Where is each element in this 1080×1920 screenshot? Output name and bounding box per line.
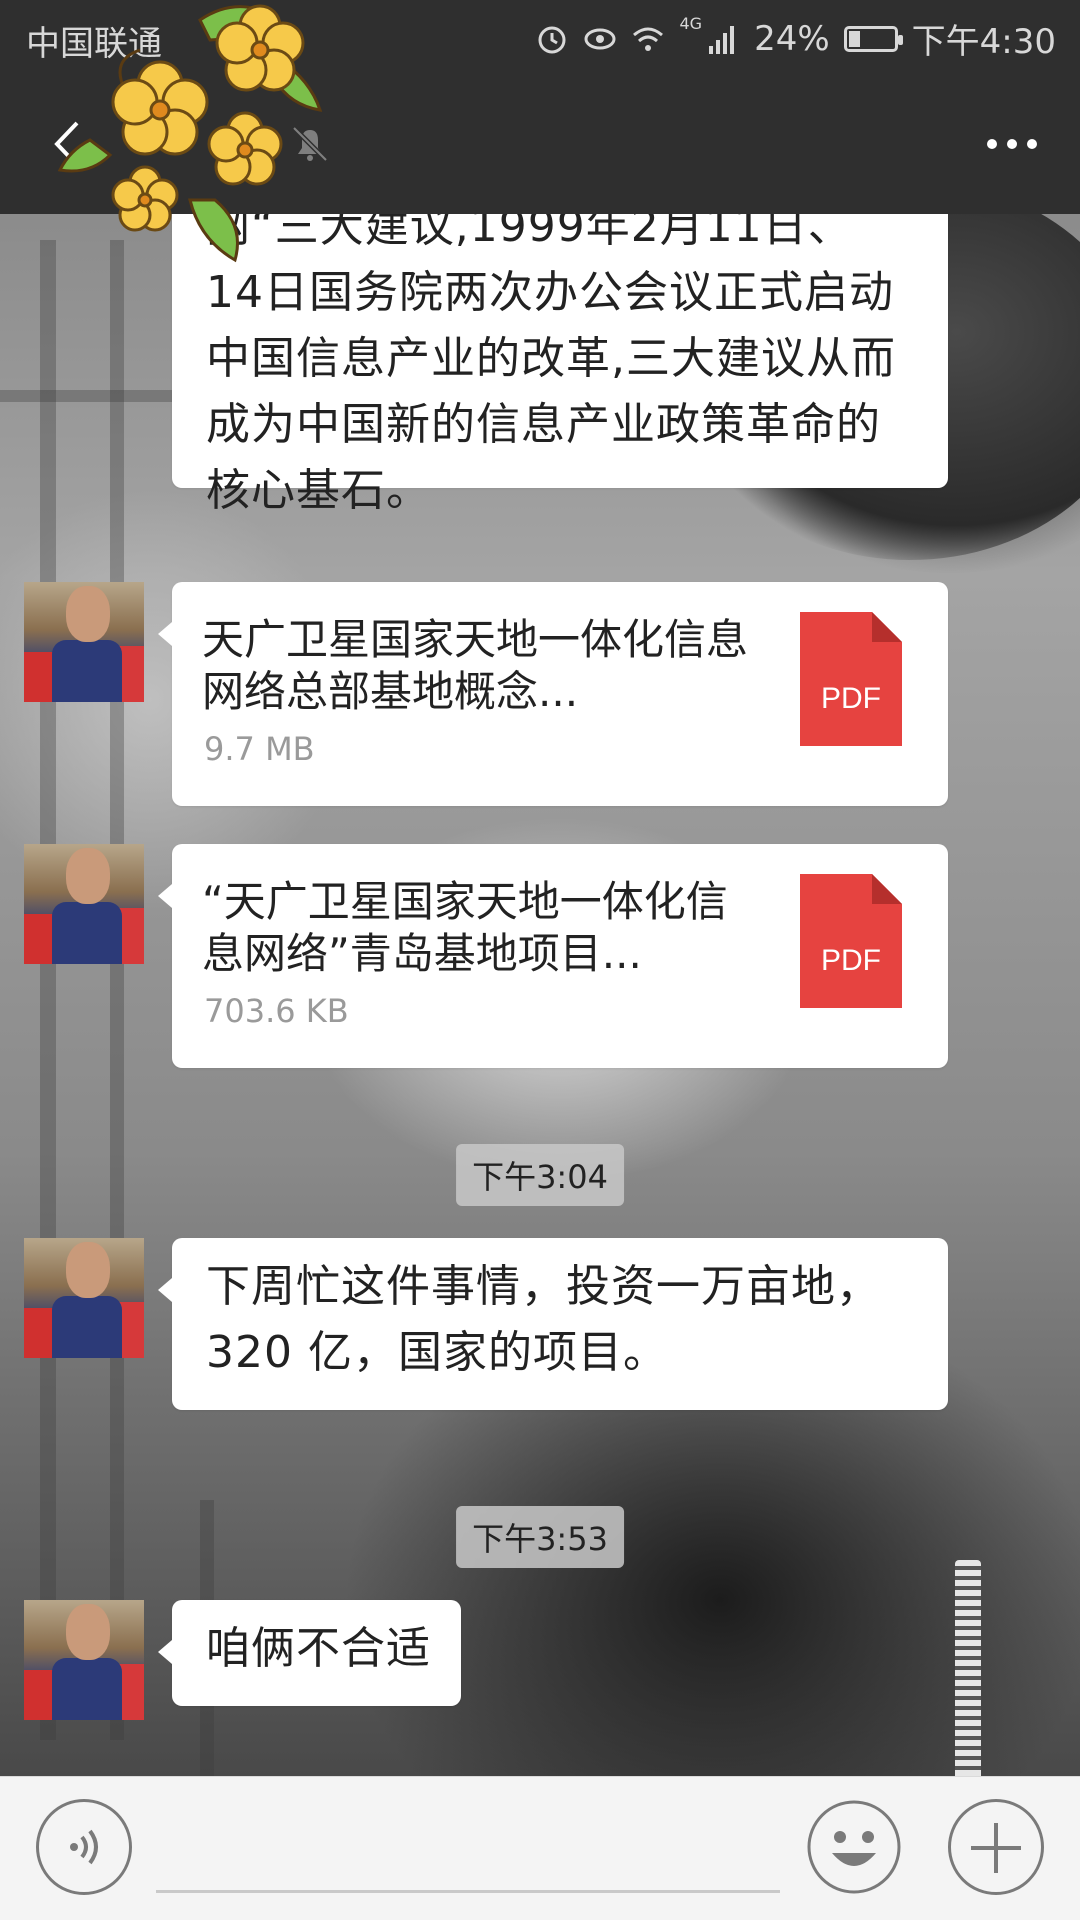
signal-icon <box>709 25 735 54</box>
message-bubble-file[interactable]: 天广卫星国家天地一体化信息网络总部基地概念... 9.7 MB PDF <box>158 582 948 806</box>
message-line: 咱俩不合适 <box>206 1623 431 1674</box>
clock: 下午4:30 <box>911 22 1056 62</box>
sender-avatar[interactable] <box>24 844 144 964</box>
sender-avatar[interactable] <box>24 582 144 702</box>
message-bubble-file[interactable]: “天广卫星国家天地一体化信息网络”青岛基地项目... 703.6 KB PDF <box>158 844 948 1068</box>
message-timestamp: 下午3:04 <box>456 1144 624 1206</box>
sender-avatar[interactable] <box>24 1600 144 1720</box>
message-line: 下周忙这件事情，投资一万亩地， <box>206 1261 881 1312</box>
message-line: 中国信息产业的改革,三大建议从而 <box>206 333 896 384</box>
voice-icon <box>70 1829 98 1865</box>
message-line: 320 亿，国家的项目。 <box>206 1327 668 1378</box>
file-size: 703.6 KB <box>204 992 349 1030</box>
pdf-label: PDF <box>821 944 881 977</box>
sender-avatar[interactable] <box>24 1238 144 1358</box>
more-options-button[interactable] <box>980 118 1044 170</box>
wifi-icon <box>633 27 664 51</box>
message-timestamp: 下午3:53 <box>456 1506 624 1568</box>
more-functions-button[interactable] <box>948 1799 1044 1895</box>
more-dot <box>1027 139 1037 149</box>
battery-icon <box>843 25 903 52</box>
chat-message-list[interactable]: 网“三大建议,1999年2月11日、 14日国务院两次办公会议正式启动 中国信息… <box>0 214 1080 1776</box>
more-dot <box>1007 139 1017 149</box>
emoji-button[interactable] <box>806 1799 902 1895</box>
file-name: 天广卫星国家天地一体化信息网络总部基地概念... <box>202 615 749 716</box>
battery-percent: 24% <box>754 18 830 59</box>
input-bar <box>0 1776 1080 1920</box>
message-bubble-text[interactable]: 咱俩不合适 <box>158 1600 461 1706</box>
emoji-icon <box>807 1800 901 1894</box>
more-dot <box>987 139 997 149</box>
message-bubble-text[interactable]: 下周忙这件事情，投资一万亩地， 320 亿，国家的项目。 <box>158 1238 948 1410</box>
pdf-file-icon: PDF <box>800 874 902 1008</box>
pdf-label: PDF <box>821 682 881 715</box>
file-name: “天广卫星国家天地一体化信息网络”青岛基地项目... <box>202 877 728 978</box>
pdf-file-icon: PDF <box>800 612 902 746</box>
file-size: 9.7 MB <box>204 730 315 768</box>
voice-input-button[interactable] <box>36 1799 132 1895</box>
alarm-icon <box>538 26 566 53</box>
message-line: 核心基石。 <box>206 465 431 516</box>
network-type: 4G <box>679 14 703 33</box>
message-input[interactable] <box>156 1805 780 1893</box>
eye-icon <box>584 28 616 49</box>
flower-sticker <box>57 4 323 263</box>
message-line: 成为中国新的信息产业政策革命的 <box>206 399 881 450</box>
